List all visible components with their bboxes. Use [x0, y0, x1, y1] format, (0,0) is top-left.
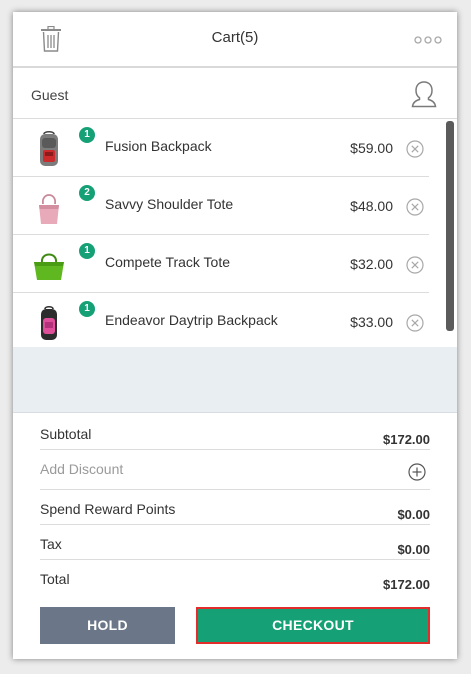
tax-label: Tax [40, 536, 62, 552]
quantity-badge: 1 [79, 127, 95, 143]
reward-points-row[interactable]: Spend Reward Points $0.00 [40, 490, 430, 525]
more-icon[interactable] [414, 35, 442, 45]
total-label: Total [40, 571, 70, 587]
cart-item-list: 1 Fusion Backpack $59.00 2 Savvy Shoulde… [13, 119, 457, 347]
customer-name: Guest [31, 87, 69, 103]
totals-section: Subtotal $172.00 Add Discount Spend Rewa… [40, 415, 430, 595]
remove-item-icon[interactable] [406, 140, 424, 158]
tote-green-thumbnail [34, 253, 64, 280]
cart-panel: Cart(5) Guest 1 Fusion Backpack $59.00 2… [13, 12, 457, 659]
checkout-button[interactable]: CHECKOUT [196, 607, 430, 644]
tax-value: $0.00 [397, 542, 430, 557]
item-name: Fusion Backpack [105, 138, 212, 154]
plus-icon[interactable] [408, 463, 426, 481]
remove-item-icon[interactable] [406, 198, 424, 216]
item-name: Endeavor Daytrip Backpack [105, 312, 278, 328]
item-price: $32.00 [350, 256, 393, 272]
total-row: Total $172.00 [40, 560, 430, 595]
hold-button[interactable]: HOLD [40, 607, 175, 644]
remove-item-icon[interactable] [406, 256, 424, 274]
quantity-badge: 1 [79, 243, 95, 259]
cart-item[interactable]: 1 Endeavor Daytrip Backpack $33.00 [13, 293, 429, 351]
tax-row: Tax $0.00 [40, 525, 430, 560]
cart-item[interactable]: 2 Savvy Shoulder Tote $48.00 [13, 177, 429, 235]
quantity-badge: 1 [79, 301, 95, 317]
customer-row[interactable]: Guest [13, 70, 457, 119]
item-price: $48.00 [350, 198, 393, 214]
backpack-gray-thumbnail [40, 130, 58, 166]
remove-item-icon[interactable] [406, 314, 424, 332]
add-discount-label[interactable]: Add Discount [40, 461, 123, 477]
item-price: $59.00 [350, 140, 393, 156]
cart-empty-area [13, 347, 457, 413]
scrollbar-thumb[interactable] [446, 121, 454, 331]
item-name: Compete Track Tote [105, 254, 231, 270]
quantity-badge: 2 [79, 185, 95, 201]
subtotal-value: $172.00 [383, 432, 430, 447]
user-icon[interactable] [411, 80, 437, 108]
cart-item[interactable]: 1 Fusion Backpack $59.00 [13, 119, 429, 177]
reward-points-label: Spend Reward Points [40, 501, 176, 517]
item-price: $33.00 [350, 314, 393, 330]
item-name: Savvy Shoulder Tote [105, 196, 234, 212]
cart-item[interactable]: 1 Compete Track Tote $32.00 [13, 235, 429, 293]
page-title: Cart(5) [211, 29, 259, 46]
backpack-pink-thumbnail [41, 305, 57, 340]
reward-points-value: $0.00 [397, 507, 430, 522]
cart-header: Cart(5) [13, 12, 457, 68]
total-value: $172.00 [383, 577, 430, 592]
subtotal-label: Subtotal [40, 426, 92, 442]
add-discount-row[interactable]: Add Discount [40, 450, 430, 490]
tote-pink-thumbnail [39, 194, 59, 224]
item-list-scrollbar[interactable] [445, 119, 455, 347]
subtotal-row: Subtotal $172.00 [40, 415, 430, 450]
